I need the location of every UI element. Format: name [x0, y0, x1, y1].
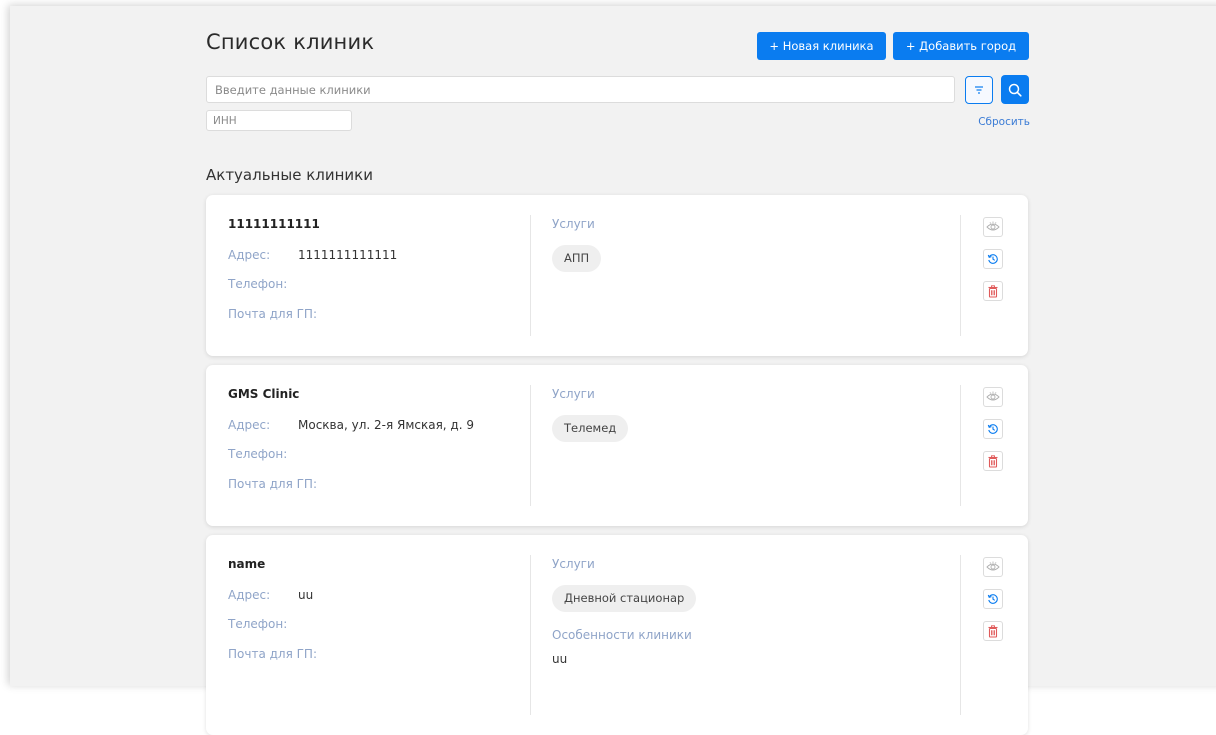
clinic-name: name	[228, 557, 266, 571]
clinic-card: name Адрес: uu Телефон: Почта для ГП: Ус…	[206, 535, 1028, 735]
mail-label: Почта для ГП:	[228, 646, 317, 661]
history-button[interactable]	[983, 249, 1003, 269]
clinic-search-input[interactable]	[206, 76, 955, 103]
delete-button[interactable]	[983, 451, 1003, 471]
add-city-button[interactable]: + Добавить город	[893, 32, 1029, 60]
trash-icon	[988, 624, 998, 638]
search-icon	[1008, 83, 1022, 97]
divider	[530, 385, 531, 506]
service-tag: Телемед	[552, 415, 629, 442]
address-row: Адрес: uu	[228, 587, 528, 602]
divider	[960, 215, 961, 336]
clinic-name: 11111111111	[228, 217, 320, 231]
inn-input[interactable]	[206, 110, 352, 131]
history-button[interactable]	[983, 589, 1003, 609]
history-icon	[987, 594, 998, 604]
history-icon	[987, 254, 998, 264]
mail-row: Почта для ГП:	[228, 476, 528, 491]
eye-icon	[986, 221, 1000, 231]
address-label: Адрес:	[228, 247, 271, 262]
phone-row: Телефон:	[228, 276, 528, 291]
services-column: Услуги Дневной стационар Особенности кли…	[552, 557, 932, 666]
services-column: Услуги Телемед	[552, 387, 932, 442]
services-label: Услуги	[552, 217, 595, 231]
clinic-name: GMS Clinic	[228, 387, 300, 401]
phone-label: Телефон:	[228, 276, 288, 291]
search-button[interactable]	[1001, 75, 1029, 104]
divider	[960, 555, 961, 715]
clinic-info: name Адрес: uu Телефон: Почта для ГП:	[228, 557, 528, 661]
trash-icon	[988, 454, 998, 468]
mail-row: Почта для ГП:	[228, 306, 528, 321]
filter-icon	[975, 86, 983, 94]
divider	[530, 555, 531, 715]
clinic-card: GMS Clinic Адрес: Москва, ул. 2-я Ямская…	[206, 365, 1028, 526]
delete-button[interactable]	[983, 621, 1003, 641]
clinic-card: 11111111111 Адрес: 1111111111111 Телефон…	[206, 195, 1028, 356]
filter-button[interactable]	[965, 76, 993, 104]
phone-row: Телефон:	[228, 446, 528, 461]
history-button[interactable]	[983, 419, 1003, 439]
address-label: Адрес:	[228, 587, 271, 602]
card-actions	[983, 557, 1005, 653]
features-label: Особенности клиники	[552, 628, 692, 642]
eye-icon	[986, 561, 1000, 571]
view-button[interactable]	[983, 217, 1003, 237]
service-tag: АПП	[552, 245, 602, 272]
mail-label: Почта для ГП:	[228, 306, 317, 321]
new-clinic-button[interactable]: + Новая клиника	[757, 32, 886, 60]
card-actions	[983, 387, 1005, 483]
delete-button[interactable]	[983, 281, 1003, 301]
address-value: 1111111111111	[298, 247, 398, 262]
address-value: Москва, ул. 2-я Ямская, д. 9	[298, 417, 474, 432]
history-icon	[987, 424, 998, 434]
card-actions	[983, 217, 1005, 313]
view-button[interactable]	[983, 557, 1003, 577]
phone-label: Телефон:	[228, 446, 288, 461]
reset-link[interactable]: Сбросить	[978, 116, 1030, 128]
divider	[960, 385, 961, 506]
page-title: Список клиник	[206, 30, 375, 54]
section-title: Актуальные клиники	[206, 166, 373, 184]
trash-icon	[988, 284, 998, 298]
features-value: uu	[552, 652, 568, 666]
address-value: uu	[298, 587, 314, 602]
view-button[interactable]	[983, 387, 1003, 407]
address-row: Адрес: Москва, ул. 2-я Ямская, д. 9	[228, 417, 528, 432]
page-frame: Список клиник + Новая клиника + Добавить…	[10, 6, 1216, 735]
eye-icon	[986, 391, 1000, 401]
services-label: Услуги	[552, 387, 595, 401]
address-label: Адрес:	[228, 417, 271, 432]
mail-label: Почта для ГП:	[228, 476, 317, 491]
address-row: Адрес: 1111111111111	[228, 247, 528, 262]
phone-label: Телефон:	[228, 616, 288, 631]
clinic-info: GMS Clinic Адрес: Москва, ул. 2-я Ямская…	[228, 387, 528, 491]
service-tag: Дневной стационар	[552, 585, 697, 612]
services-label: Услуги	[552, 557, 595, 571]
divider	[530, 215, 531, 336]
mail-row: Почта для ГП:	[228, 646, 528, 661]
clinic-info: 11111111111 Адрес: 1111111111111 Телефон…	[228, 217, 528, 321]
phone-row: Телефон:	[228, 616, 528, 631]
services-column: Услуги АПП	[552, 217, 932, 272]
